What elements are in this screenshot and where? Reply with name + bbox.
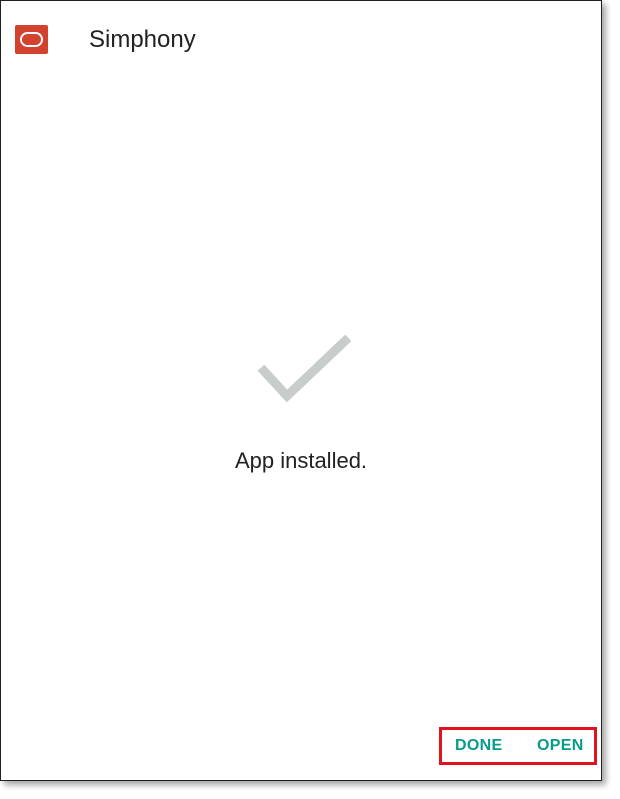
open-button[interactable]: OPEN xyxy=(537,730,584,762)
app-name: Simphony xyxy=(89,26,196,53)
done-button[interactable]: DONE xyxy=(455,730,502,762)
install-status-text: App installed. xyxy=(234,448,368,473)
app-header: Simphony xyxy=(1,1,601,79)
install-complete-screen: Simphony App installed. DONE OPEN xyxy=(0,0,602,781)
checkmark-icon xyxy=(257,331,353,409)
action-buttons-highlight: DONE OPEN xyxy=(439,727,597,765)
oracle-logo-icon xyxy=(15,25,48,54)
